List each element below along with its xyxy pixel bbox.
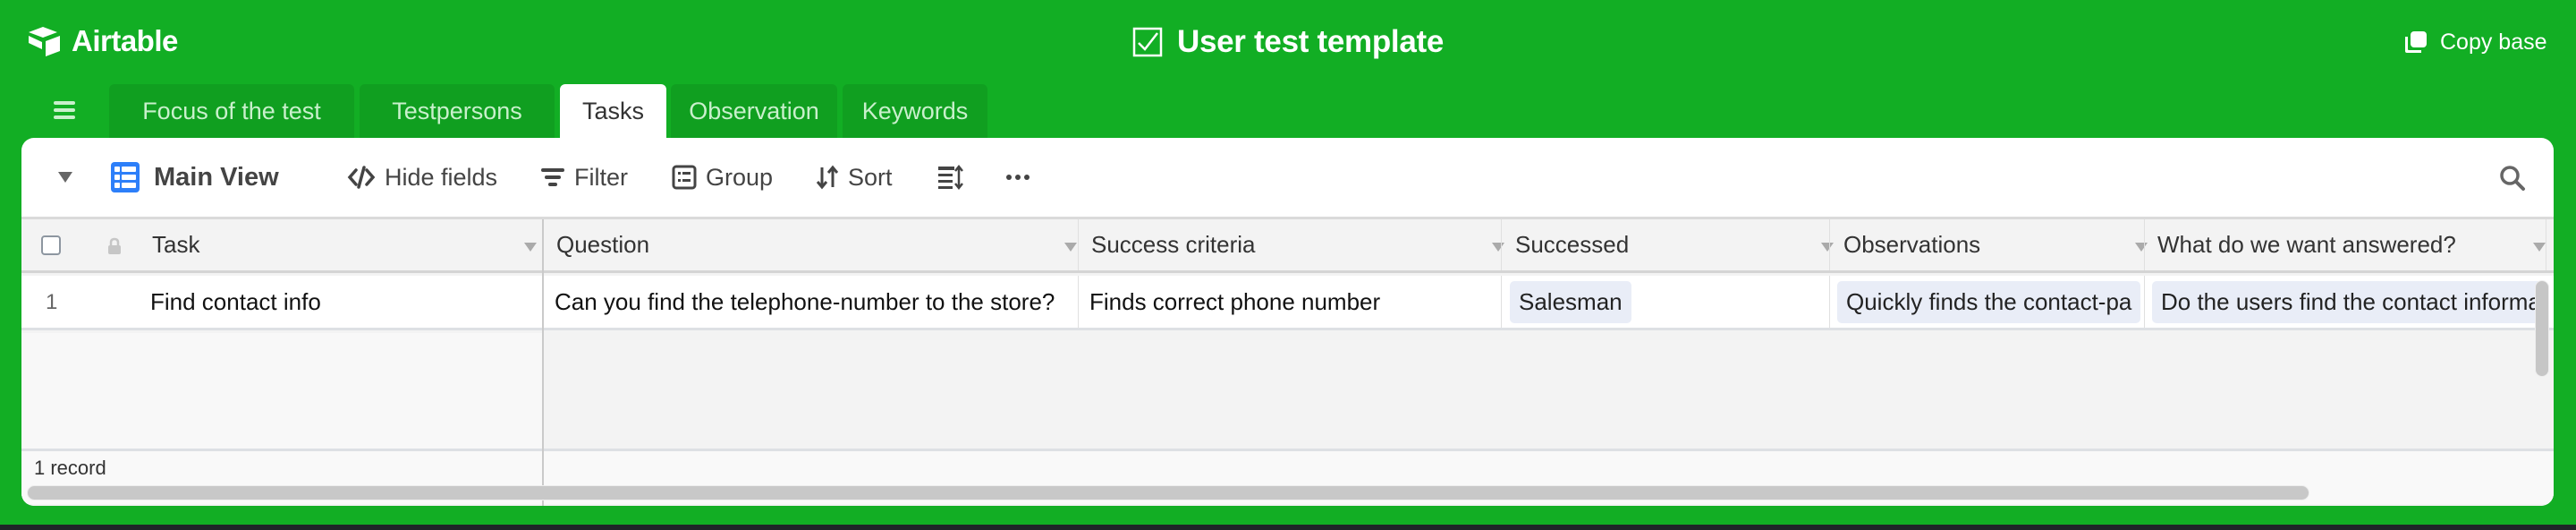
vertical-scrollbar[interactable] bbox=[2535, 280, 2549, 377]
group-icon bbox=[672, 165, 697, 190]
column-menu-caret-icon[interactable] bbox=[1064, 243, 1077, 252]
linked-record-pill[interactable]: Salesman bbox=[1510, 280, 1631, 323]
column-header-successed-label: Successed bbox=[1515, 231, 1630, 258]
view-toggle-button[interactable] bbox=[57, 158, 73, 197]
more-options-button[interactable] bbox=[1005, 158, 1030, 197]
cell-question-text: Can you find the telephone-number to the… bbox=[555, 287, 1055, 315]
hide-fields-button[interactable]: Hide fields bbox=[347, 158, 497, 197]
linked-record-pill[interactable]: Do the users find the contact informa bbox=[2152, 280, 2546, 323]
horizontal-scrollbar[interactable] bbox=[27, 485, 2309, 500]
column-menu-caret-icon[interactable] bbox=[2135, 243, 2148, 252]
base-title[interactable]: User test template bbox=[1132, 21, 1444, 63]
table-row[interactable]: 1 Find contact info Can you find the tel… bbox=[21, 276, 2554, 330]
base-title-text: User test template bbox=[1177, 24, 1445, 59]
records-grid: Task Question Success criteria Successed… bbox=[21, 217, 2554, 506]
column-header-success-criteria[interactable]: Success criteria bbox=[1091, 219, 1504, 270]
column-divider[interactable] bbox=[1501, 219, 1502, 270]
brand-name: Airtable bbox=[72, 24, 178, 57]
cell-success-criteria-text: Finds correct phone number bbox=[1089, 287, 1381, 315]
desktop-strip bbox=[0, 525, 2576, 530]
column-divider bbox=[2144, 276, 2145, 328]
row-number: 1 bbox=[46, 290, 58, 314]
hamburger-menu-icon[interactable] bbox=[52, 97, 79, 124]
cell-success-criteria[interactable]: Finds correct phone number bbox=[1089, 276, 1497, 328]
empty-grid-area[interactable] bbox=[21, 333, 542, 449]
column-header-what-do-we-want-answered[interactable]: What do we want answered? bbox=[2157, 219, 2546, 270]
select-all-checkbox[interactable] bbox=[41, 235, 61, 255]
column-menu-caret-icon[interactable] bbox=[524, 243, 537, 252]
column-header-what-answered-label: What do we want answered? bbox=[2157, 231, 2456, 258]
column-header-observations[interactable]: Observations bbox=[1843, 219, 2148, 270]
search-icon[interactable] bbox=[2499, 165, 2526, 192]
column-header-success-criteria-label: Success criteria bbox=[1091, 231, 1256, 258]
lock-icon bbox=[108, 237, 121, 254]
cell-successed[interactable]: Salesman bbox=[1510, 276, 1825, 328]
tab-focus-of-the-test[interactable]: Focus of the test bbox=[109, 84, 354, 138]
airtable-logo[interactable]: Airtable bbox=[27, 21, 178, 61]
column-header-successed[interactable]: Successed bbox=[1515, 219, 1834, 270]
cell-task-text: Find contact info bbox=[150, 287, 321, 315]
column-header-observations-label: Observations bbox=[1843, 231, 1981, 258]
cell-question[interactable]: Can you find the telephone-number to the… bbox=[555, 276, 1073, 328]
column-divider[interactable] bbox=[1078, 219, 1079, 270]
filter-label: Filter bbox=[574, 163, 628, 191]
triangle-down-icon bbox=[58, 172, 72, 183]
tab-keywords[interactable]: Keywords bbox=[843, 84, 987, 138]
column-header-question[interactable]: Question bbox=[556, 219, 1078, 270]
frozen-column-divider[interactable] bbox=[542, 219, 544, 506]
cell-task[interactable]: Find contact info bbox=[150, 276, 535, 328]
checkbox-icon bbox=[1132, 27, 1163, 57]
record-count: 1 record bbox=[34, 457, 106, 479]
grid-view-icon bbox=[111, 162, 140, 192]
column-menu-caret-icon[interactable] bbox=[1492, 243, 1504, 252]
filter-icon bbox=[541, 168, 564, 186]
sort-icon bbox=[816, 165, 839, 190]
column-divider[interactable] bbox=[1829, 219, 1830, 270]
view-name: Main View bbox=[154, 162, 279, 192]
column-divider bbox=[1501, 276, 1502, 328]
view-switcher[interactable]: Main View bbox=[111, 158, 279, 197]
row-height-icon bbox=[938, 165, 963, 190]
group-label: Group bbox=[706, 163, 774, 191]
tab-observation[interactable]: Observation bbox=[671, 84, 837, 138]
column-divider bbox=[1078, 276, 1079, 328]
tab-testpersons[interactable]: Testpersons bbox=[360, 84, 555, 138]
column-header-question-label: Question bbox=[556, 231, 650, 258]
table-view-card: Main View Hide fields Filter Group Sort … bbox=[21, 138, 2554, 506]
column-divider[interactable] bbox=[2144, 219, 2145, 270]
sort-button[interactable]: Sort bbox=[816, 158, 893, 197]
row-height-button[interactable] bbox=[937, 158, 964, 197]
linked-record-pill[interactable]: Quickly finds the contact-pa bbox=[1837, 280, 2141, 323]
airtable-logo-icon bbox=[29, 27, 60, 56]
column-menu-caret-icon[interactable] bbox=[1821, 243, 1834, 252]
group-button[interactable]: Group bbox=[672, 158, 773, 197]
column-divider bbox=[1829, 276, 1830, 328]
copy-base-button[interactable]: Copy base bbox=[2404, 25, 2547, 59]
hide-fields-icon bbox=[347, 166, 376, 189]
filter-button[interactable]: Filter bbox=[540, 158, 628, 197]
more-icon bbox=[1006, 175, 1030, 180]
column-menu-caret-icon[interactable] bbox=[2533, 243, 2546, 252]
view-toolbar: Main View Hide fields Filter Group Sort bbox=[21, 138, 2554, 217]
sort-label: Sort bbox=[848, 163, 893, 191]
copy-base-label: Copy base bbox=[2440, 29, 2547, 55]
grid-header-row: Task Question Success criteria Successed… bbox=[21, 219, 2554, 273]
tab-tasks[interactable]: Tasks bbox=[560, 84, 666, 138]
cell-what-answered[interactable]: Do the users find the contact informa bbox=[2152, 276, 2546, 328]
hide-fields-label: Hide fields bbox=[385, 163, 498, 191]
cell-observations[interactable]: Quickly finds the contact-pa bbox=[1837, 276, 2141, 328]
column-header-task[interactable]: Task bbox=[152, 219, 542, 270]
copy-icon bbox=[2405, 31, 2427, 53]
column-header-task-label: Task bbox=[152, 231, 200, 258]
